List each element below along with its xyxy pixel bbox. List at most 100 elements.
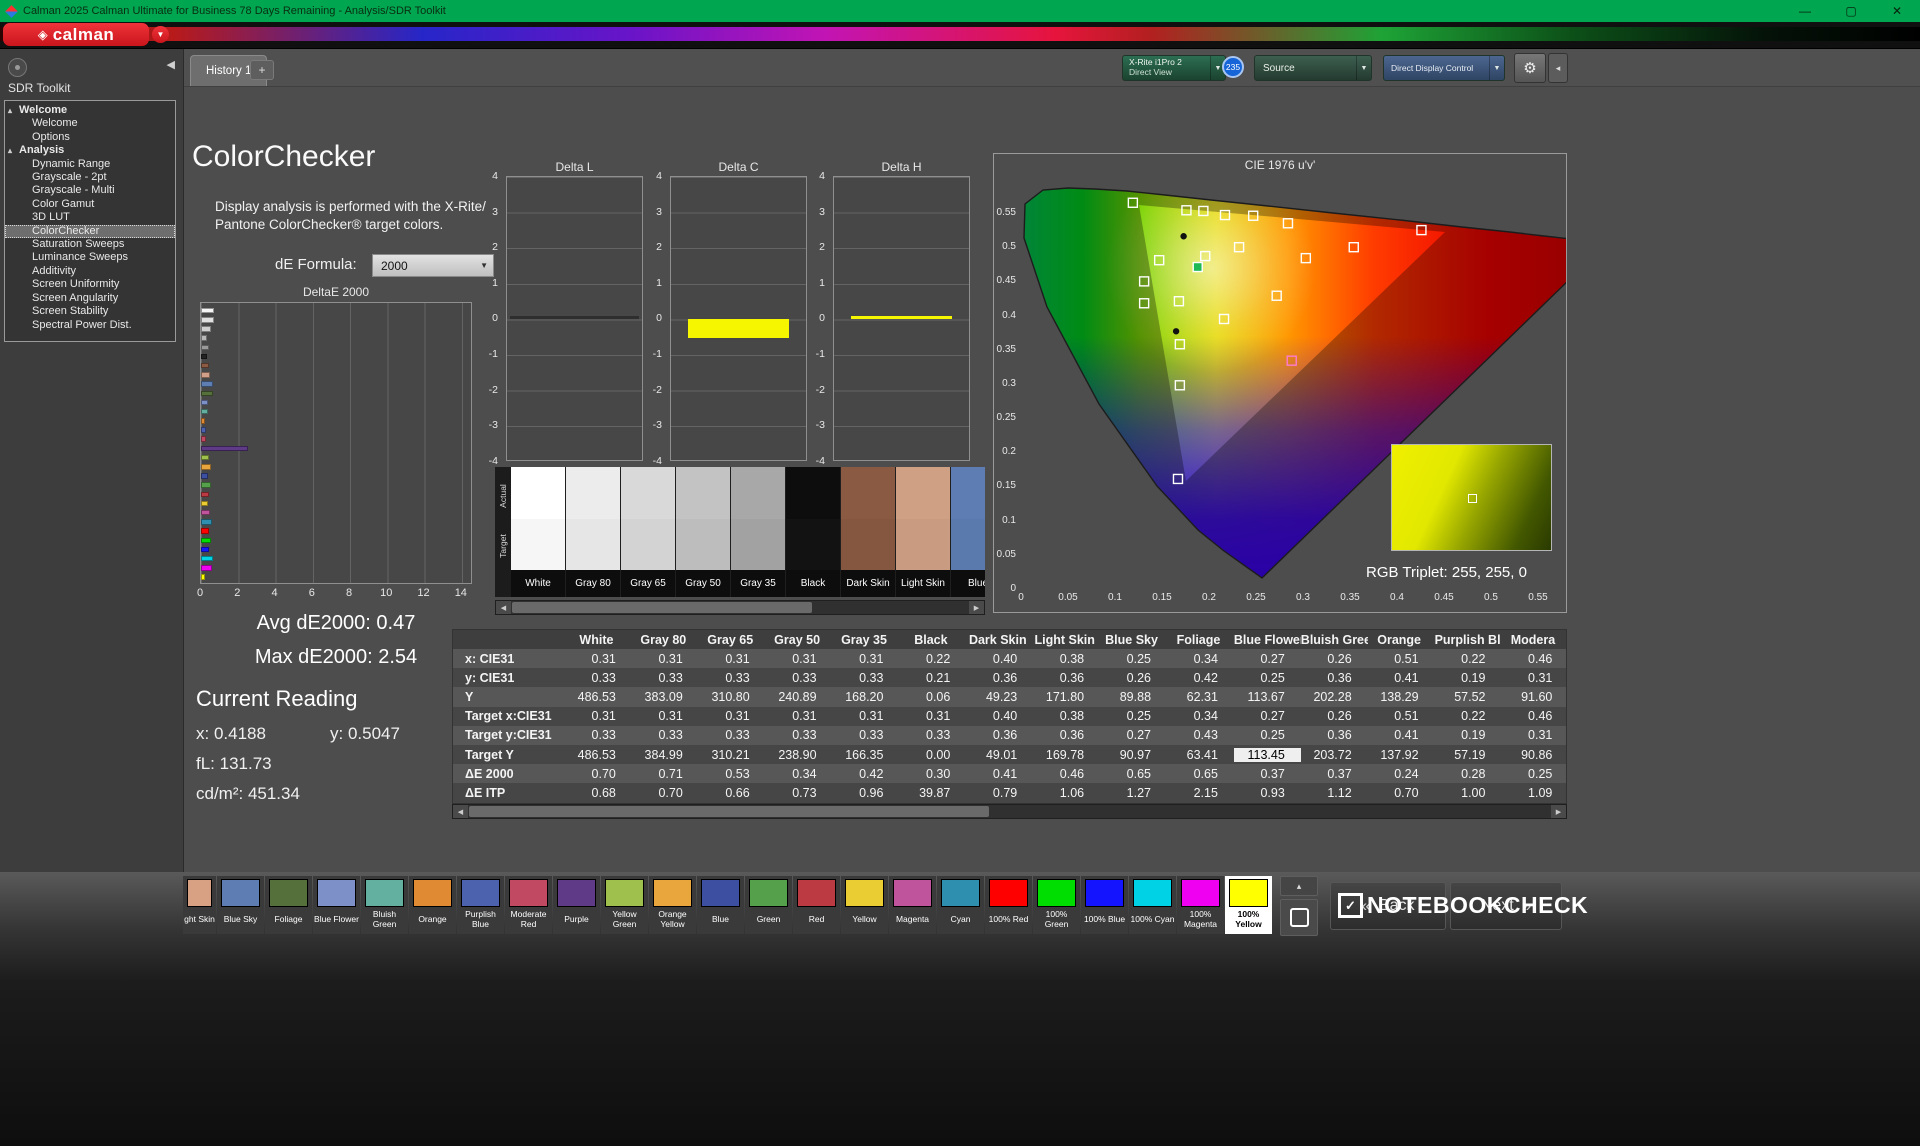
meter-status-badge: 235	[1222, 56, 1244, 78]
patch-button-blue-sky[interactable]: Blue Sky	[217, 876, 264, 934]
table-cell: 0.93	[1260, 785, 1285, 800]
patch-button-100-yellow[interactable]: 100% Yellow	[1225, 876, 1272, 934]
patch-button-100-blue[interactable]: 100% Blue	[1081, 876, 1128, 934]
patch-button-orange-yellow[interactable]: Orange Yellow	[649, 876, 696, 934]
sidebar-item-luminance-sweeps[interactable]: Luminance Sweeps	[5, 251, 175, 264]
next-arrow-icon: »	[1521, 896, 1532, 915]
table-scrollbar[interactable]: ◀ ▶	[452, 804, 1567, 819]
patch-strip-row-labels: Actual Target	[495, 467, 511, 597]
sidebar-item-colorchecker[interactable]: ColorChecker	[5, 224, 175, 239]
scrollbar-thumb[interactable]	[469, 806, 989, 817]
minimize-button[interactable]: —	[1782, 0, 1828, 22]
settings-gear-button[interactable]: ⚙	[1514, 53, 1546, 83]
patch-button-100-green[interactable]: 100% Green	[1033, 876, 1080, 934]
table-cell: 0.27	[1260, 709, 1285, 724]
bar	[201, 519, 212, 525]
patch-button-green[interactable]: Green	[745, 876, 792, 934]
table-row-target-x-cie31: Target x:CIE31 0.31 0.31 0.31 0.31 0.31 0.31 0.…	[453, 706, 1566, 726]
patch-color-chip	[413, 879, 452, 907]
patch-button-ght-skin[interactable]: ght Skin	[183, 876, 216, 934]
diamond-icon: ◈	[37, 27, 48, 42]
sidebar-item-welcome[interactable]: ▴ Welcome	[5, 104, 175, 117]
patch-button-red[interactable]: Red	[793, 876, 840, 934]
sidebar-item-welcome[interactable]: Welcome	[5, 117, 175, 130]
column-header: Modera	[1510, 632, 1556, 647]
sidebar-item-options[interactable]: Options	[5, 131, 175, 144]
table-cell: 310.21	[711, 747, 750, 762]
column-header: Light Skin	[1034, 632, 1095, 647]
add-tab-button[interactable]: +	[250, 60, 274, 80]
sidebar-item-spectral-power-dist[interactable]: Spectral Power Dist.	[5, 319, 175, 332]
meter-dropdown[interactable]: X-Rite i1Pro 2 Direct View ▼	[1122, 55, 1226, 81]
patch-button-purple[interactable]: Purple	[553, 876, 600, 934]
y-tick-label: 0.4	[1002, 309, 1016, 321]
sidebar-item-grayscale-multi[interactable]: Grayscale - Multi	[5, 184, 175, 197]
table-row-e-2000: ΔE 2000 0.70 0.71 0.53 0.34 0.42 0.30 0.41 0.46 0…	[453, 764, 1566, 784]
sidebar-item-screen-angularity[interactable]: Screen Angularity	[5, 292, 175, 305]
side-panel-toggle-button[interactable]: ◂	[1548, 53, 1568, 83]
delta-c-bar	[688, 318, 789, 338]
maximize-button[interactable]: ▢	[1828, 0, 1874, 22]
rgb-triplet-readout: RGB Triplet: 255, 255, 0	[1366, 564, 1527, 581]
collapse-bar-button[interactable]: ▴	[1280, 876, 1318, 896]
scrollbar-thumb[interactable]	[512, 602, 812, 613]
patch-button-label: 100% Red	[988, 914, 1029, 925]
scroll-left-icon[interactable]: ◀	[453, 805, 468, 818]
patch-button-yellow-green[interactable]: Yellow Green	[601, 876, 648, 934]
bar	[201, 353, 207, 360]
patch-button-100-cyan[interactable]: 100% Cyan	[1129, 876, 1176, 934]
column-header: Gray 35	[841, 632, 887, 647]
patch-label: Gray 80	[566, 570, 620, 597]
sidebar-item-screen-stability[interactable]: Screen Stability	[5, 305, 175, 318]
patch-button-blue[interactable]: Blue	[697, 876, 744, 934]
deltae-bar-bluish-green	[201, 407, 471, 416]
table-cell: 0.27	[1260, 651, 1285, 666]
table-cell: 0.06	[926, 689, 951, 704]
patch-button-foliage[interactable]: Foliage	[265, 876, 312, 934]
sidebar-options-button[interactable]	[8, 58, 27, 77]
sidebar-item-dynamic-range[interactable]: Dynamic Range	[5, 158, 175, 171]
display-control-dropdown[interactable]: Direct Display Control ▼	[1383, 55, 1505, 81]
scroll-right-icon[interactable]: ▶	[969, 601, 984, 614]
target-swatch	[841, 518, 895, 570]
table-cell: 137.92	[1380, 747, 1419, 762]
close-button[interactable]: ✕	[1874, 0, 1920, 22]
logo-menu-button[interactable]: ▼	[152, 26, 169, 43]
scroll-left-icon[interactable]: ◀	[496, 601, 511, 614]
table-cell: 0.31	[792, 651, 817, 666]
patch-button-moderate-red[interactable]: Moderate Red	[505, 876, 552, 934]
sidebar-item-color-gamut[interactable]: Color Gamut	[5, 198, 175, 211]
patch-button-100-magenta[interactable]: 100% Magenta	[1177, 876, 1224, 934]
patch-button-100-red[interactable]: 100% Red	[985, 876, 1032, 934]
table-cell: 0.19	[1461, 670, 1486, 685]
sidebar-item-screen-uniformity[interactable]: Screen Uniformity	[5, 278, 175, 291]
patch-button-blue-flower[interactable]: Blue Flower	[313, 876, 360, 934]
patch-button-orange[interactable]: Orange	[409, 876, 456, 934]
sidebar-item-analysis[interactable]: ▴ Analysis	[5, 144, 175, 157]
sidebar-item-3d-lut[interactable]: 3D LUT	[5, 211, 175, 224]
patch-button-magenta[interactable]: Magenta	[889, 876, 936, 934]
patch-strip-scrollbar[interactable]: ◀ ▶	[495, 600, 985, 615]
sidebar-item-saturation-sweeps[interactable]: Saturation Sweeps	[5, 238, 175, 251]
table-cell: 49.01	[985, 747, 1018, 762]
table-row-target-y: Target Y 486.53 384.99 310.21 238.90 166.35 0.…	[453, 744, 1566, 765]
back-button[interactable]: « Back	[1330, 882, 1446, 930]
stop-window-button[interactable]	[1280, 899, 1318, 936]
de-formula-select[interactable]: 2000 ▼	[372, 254, 494, 277]
table-cell: 0.25	[1260, 728, 1285, 743]
sidebar-collapse-icon[interactable]: ◀	[167, 58, 175, 71]
next-button[interactable]: Next »	[1450, 882, 1562, 930]
table-cell: 0.22	[1461, 651, 1486, 666]
patch-button-bluish-green[interactable]: Bluish Green	[361, 876, 408, 934]
source-dropdown[interactable]: Source ▼	[1254, 55, 1372, 81]
patch-color-chip	[1085, 879, 1124, 907]
patch-button-purplish-blue[interactable]: Purplish Blue	[457, 876, 504, 934]
patch-column-black: Black	[786, 467, 841, 597]
patch-button-cyan[interactable]: Cyan	[937, 876, 984, 934]
deltae-bar-white	[201, 306, 471, 315]
scroll-right-icon[interactable]: ▶	[1551, 805, 1566, 818]
sidebar-item-grayscale-2pt[interactable]: Grayscale - 2pt	[5, 171, 175, 184]
patch-button-yellow[interactable]: Yellow	[841, 876, 888, 934]
sidebar-item-additivity[interactable]: Additivity	[5, 265, 175, 278]
table-cell: 0.41	[1394, 670, 1419, 685]
